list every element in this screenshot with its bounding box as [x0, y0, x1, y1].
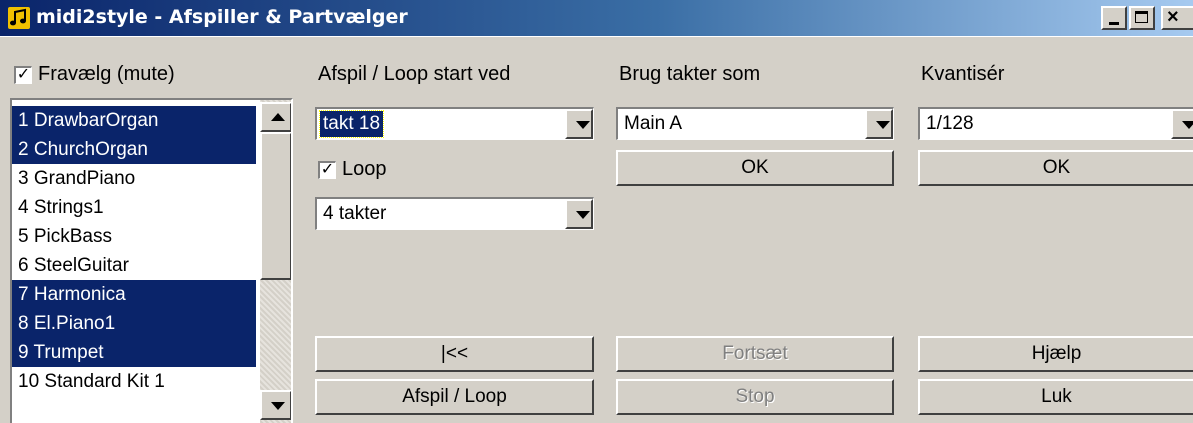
midi2style-window: midi2style - Afspiller & Partvælger × ✓ … [0, 0, 1193, 423]
loop-label: Loop [342, 158, 387, 180]
list-item[interactable]: 2 ChurchOrgan [12, 135, 256, 164]
use-bars-dropdown-button[interactable] [865, 109, 893, 139]
minimize-button[interactable] [1101, 6, 1127, 30]
list-item[interactable]: 4 Strings1 [12, 193, 256, 222]
continue-button[interactable]: Fortsæt [616, 336, 894, 372]
quantize-value: 1/128 [926, 113, 974, 134]
list-scrollbar[interactable] [260, 100, 291, 423]
maximize-button[interactable] [1129, 6, 1155, 30]
list-item[interactable]: 10 Standard Kit 1 [12, 367, 256, 396]
check-mark-icon: ✓ [16, 66, 31, 83]
list-item[interactable]: 5 PickBass [12, 222, 256, 251]
mute-checkbox[interactable]: ✓ [14, 66, 32, 84]
chevron-down-icon [576, 211, 590, 219]
rewind-button[interactable]: |<< [315, 336, 594, 372]
window-title: midi2style - Afspiller & Partvælger [36, 6, 408, 28]
music-note-icon [8, 7, 30, 29]
scroll-thumb[interactable] [260, 132, 291, 280]
chevron-down-icon [576, 121, 590, 129]
start-bar-dropdown-button[interactable] [565, 109, 593, 139]
loop-length-value: 4 takter [323, 203, 387, 224]
use-bars-ok-button[interactable]: OK [616, 150, 894, 186]
help-button[interactable]: Hjælp [918, 336, 1193, 372]
use-bars-label: Brug takter som [619, 63, 761, 85]
start-label: Afspil / Loop start ved [318, 63, 511, 85]
start-bar-value: takt 18 [318, 110, 385, 138]
loop-length-dropdown-button[interactable] [565, 199, 593, 229]
list-item[interactable]: 8 El.Piano1 [12, 309, 256, 338]
list-item[interactable]: 1 DrawbarOrgan [12, 106, 256, 135]
mute-label: Fravælg (mute) [38, 63, 175, 85]
quantize-dropdown-button[interactable] [1171, 109, 1193, 139]
stop-button[interactable]: Stop [616, 379, 894, 415]
arrow-up-icon [271, 113, 285, 121]
loop-checkbox[interactable]: ✓ [318, 161, 336, 179]
minimize-icon [1109, 22, 1119, 25]
parts-listbox[interactable]: 1 DrawbarOrgan 2 ChurchOrgan 3 GrandPian… [10, 98, 293, 423]
use-bars-combo[interactable]: Main A [616, 107, 894, 140]
list-item[interactable]: 6 SteelGuitar [12, 251, 256, 280]
list-item[interactable]: 9 Trumpet [12, 338, 256, 367]
scroll-up-button[interactable] [260, 102, 291, 132]
check-mark-icon: ✓ [320, 161, 335, 178]
play-loop-button[interactable]: Afspil / Loop [315, 379, 594, 415]
start-bar-combo[interactable]: takt 18 [315, 107, 594, 140]
scroll-down-button[interactable] [260, 390, 291, 420]
list-item[interactable]: 3 GrandPiano [12, 164, 256, 193]
quantize-label: Kvantisér [921, 63, 1005, 85]
chevron-down-icon [876, 121, 890, 129]
close-dialog-button[interactable]: Luk [918, 379, 1193, 415]
close-button[interactable]: × [1161, 6, 1193, 30]
quantize-combo[interactable]: 1/128 [918, 107, 1193, 140]
list-item[interactable]: 7 Harmonica [12, 280, 256, 309]
maximize-icon [1135, 11, 1148, 23]
chevron-down-icon [1182, 121, 1193, 129]
title-bar[interactable]: midi2style - Afspiller & Partvælger × [0, 0, 1193, 37]
loop-length-combo[interactable]: 4 takter [315, 197, 594, 230]
use-bars-value: Main A [624, 113, 683, 134]
arrow-down-icon [271, 402, 285, 410]
quantize-ok-button[interactable]: OK [918, 150, 1193, 186]
close-icon: × [1167, 6, 1179, 28]
